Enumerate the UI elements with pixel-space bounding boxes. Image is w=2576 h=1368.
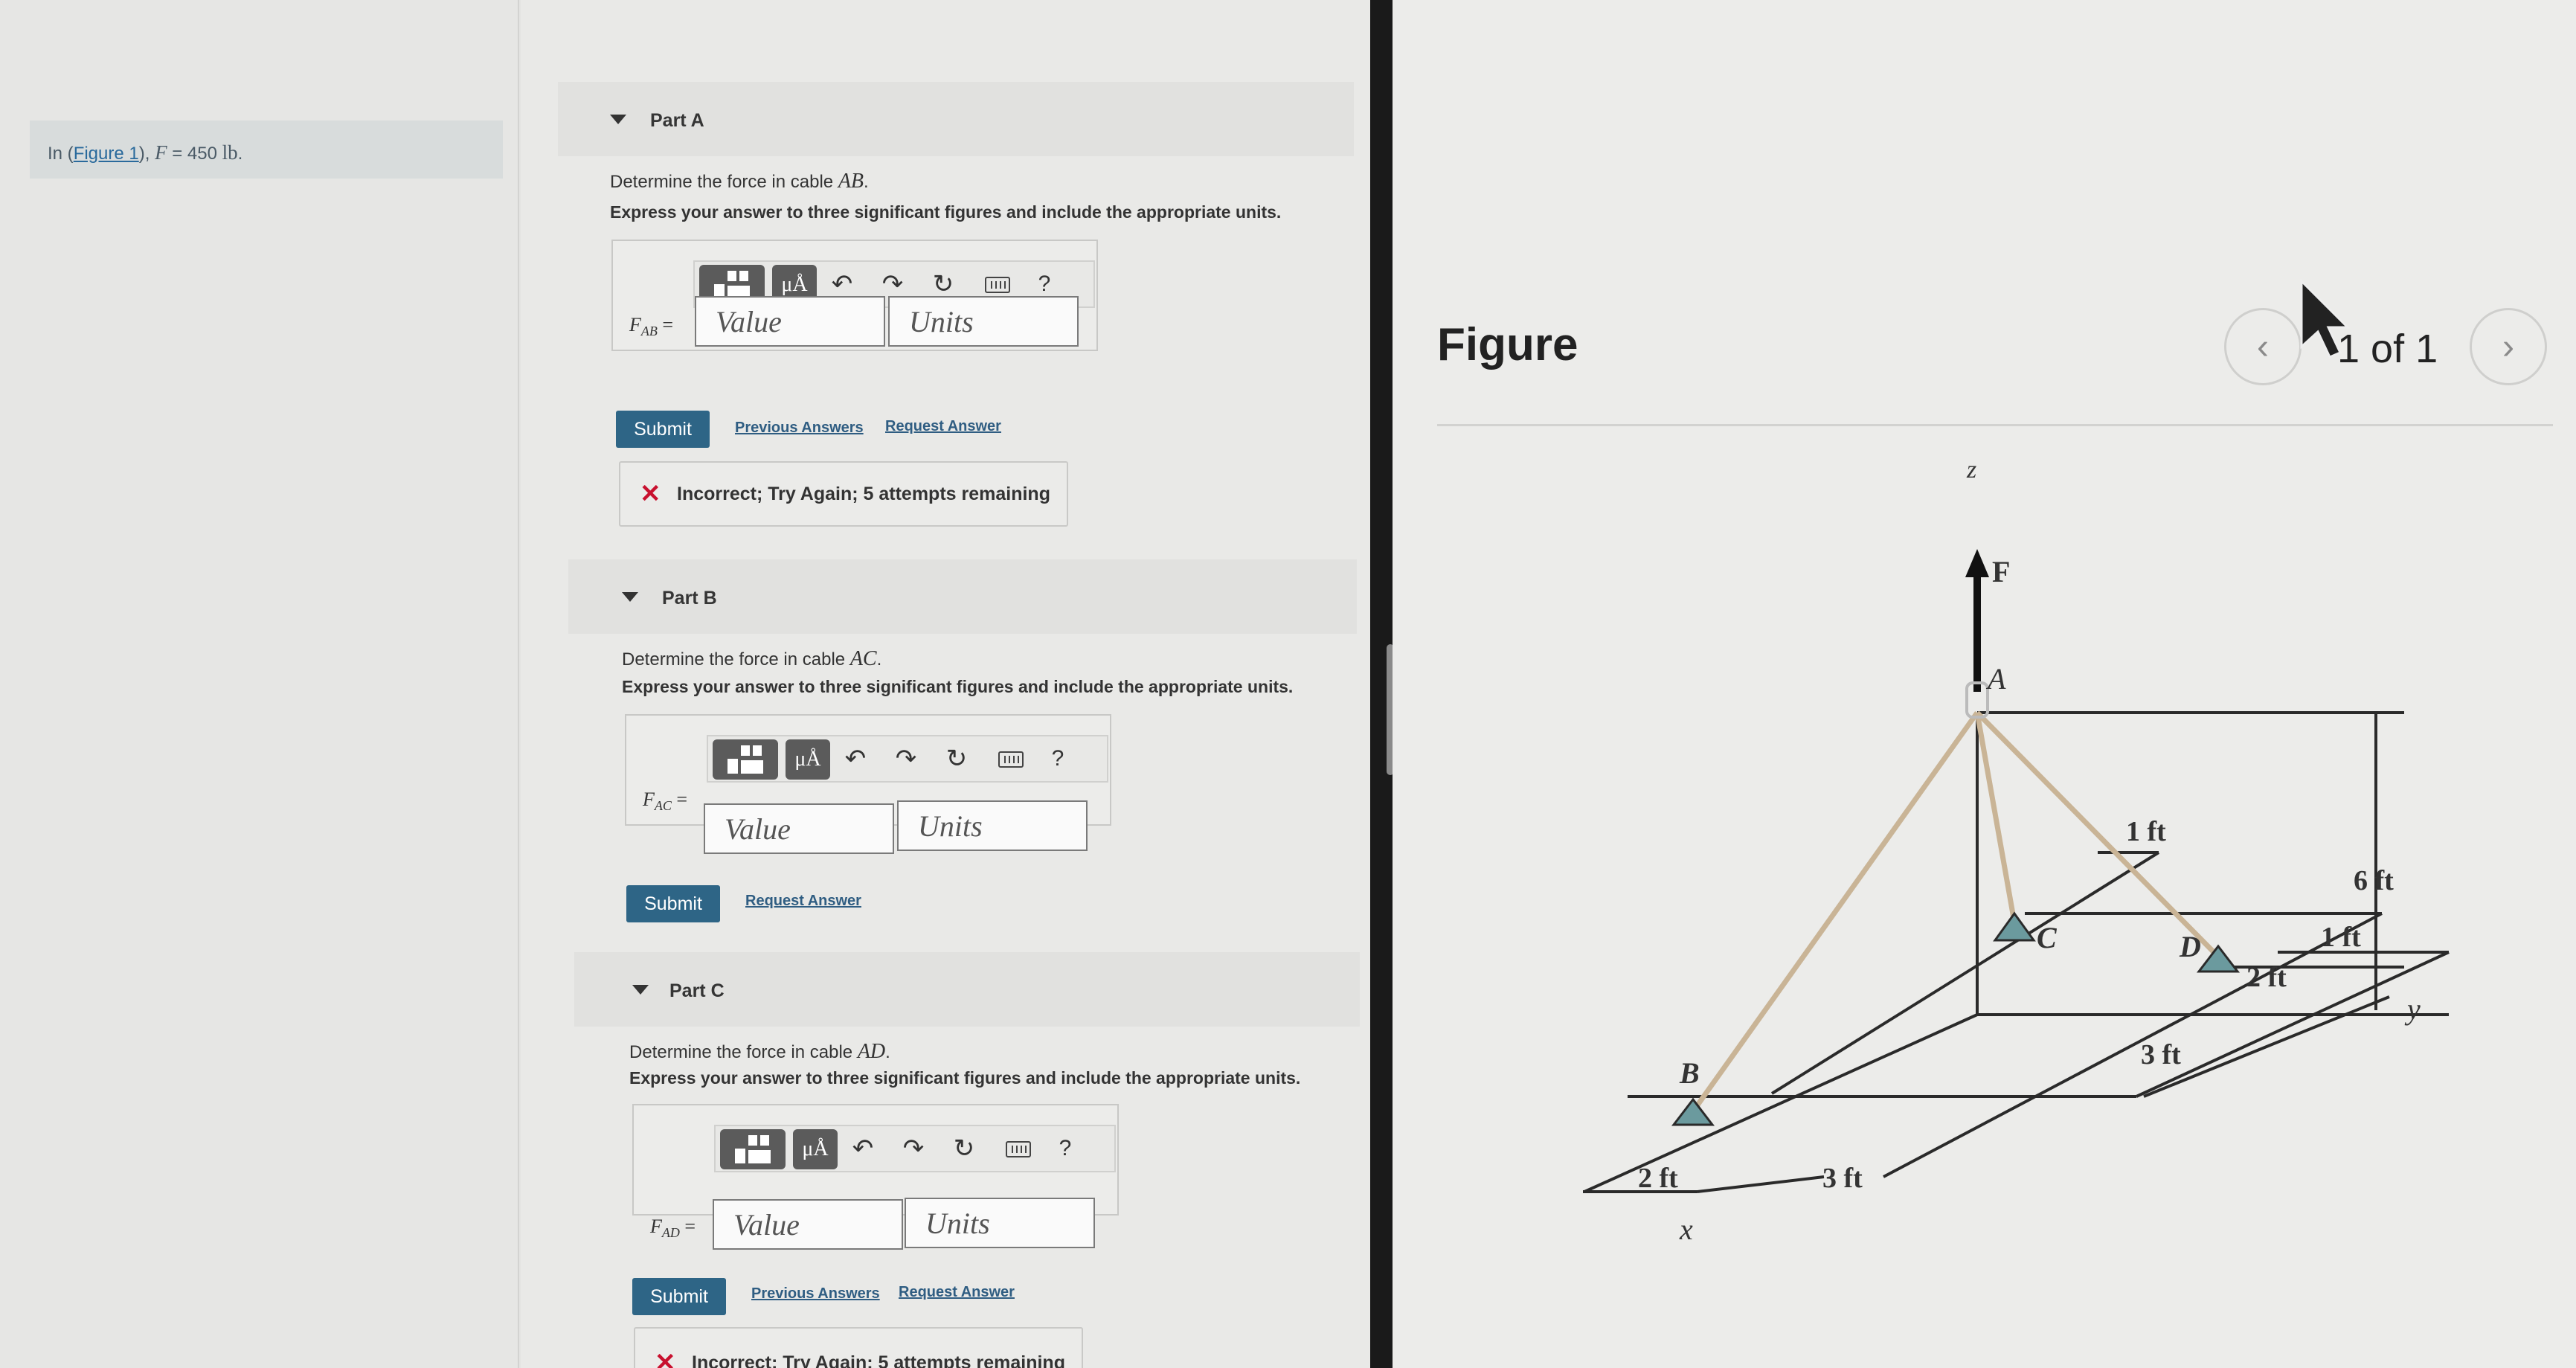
part-c-header[interactable]: Part C: [574, 952, 1360, 1027]
part-a-submit-button[interactable]: Submit: [616, 411, 710, 448]
problem-intro-column: In (Figure 1), F = 450 lb.: [0, 0, 519, 1368]
redo-icon[interactable]: ↷: [899, 1134, 928, 1163]
label-D: D: [2179, 930, 2201, 963]
intro-suffix: ),: [138, 144, 155, 164]
problem-statement: In (Figure 1), F = 450 lb.: [30, 121, 503, 179]
keyboard-icon[interactable]: [998, 751, 1024, 768]
part-c-instruction: Express your answer to three significant…: [629, 1068, 1301, 1088]
dim-1ft-right: 1 ft: [2321, 922, 2361, 953]
undo-icon[interactable]: ↶: [827, 269, 857, 299]
part-c-previous-answers-link[interactable]: Previous Answers: [751, 1285, 880, 1303]
templates-icon[interactable]: [713, 739, 778, 780]
reset-icon[interactable]: ↻: [949, 1134, 979, 1163]
part-c-value-input[interactable]: [713, 1199, 903, 1250]
part-c-title: Part C: [669, 980, 725, 1001]
part-a-units-input[interactable]: [888, 296, 1079, 347]
part-a-var-label: FAB =: [629, 314, 674, 339]
part-c-feedback: ✕ Incorrect; Try Again; 5 attempts remai…: [634, 1327, 1083, 1368]
keyboard-icon[interactable]: [985, 277, 1010, 293]
dim-3ft-bottom: 3 ft: [1822, 1163, 1863, 1194]
label-z: z: [1966, 456, 1976, 484]
part-a-value-input[interactable]: [695, 296, 885, 347]
part-b-instruction: Express your answer to three significant…: [622, 677, 1294, 696]
part-a-previous-answers-link[interactable]: Previous Answers: [735, 420, 864, 437]
collapse-caret-icon[interactable]: [610, 115, 626, 124]
force-value: = 450: [167, 144, 222, 164]
part-a-instruction: Express your answer to three significant…: [610, 202, 1282, 222]
part-b-units-input[interactable]: [897, 800, 1088, 851]
part-a-request-answer-link[interactable]: Request Answer: [885, 418, 1001, 435]
dim-2ft-left: 2 ft: [1638, 1163, 1678, 1194]
math-toolbar: μÅ ↶ ↷ ↻ ?: [714, 1125, 1116, 1172]
collapse-caret-icon[interactable]: [632, 985, 649, 995]
redo-icon[interactable]: ↷: [891, 744, 921, 774]
part-c-submit-button[interactable]: Submit: [632, 1278, 726, 1315]
dim-6ft: 6 ft: [2354, 865, 2394, 896]
keyboard-icon[interactable]: [1006, 1141, 1031, 1157]
part-b-answer-box: μÅ ↶ ↷ ↻ ? FAC =: [625, 714, 1111, 854]
force-unit: lb: [222, 141, 238, 164]
part-b-var-label: FAC =: [643, 789, 688, 814]
dim-2ft-right: 2 ft: [2246, 962, 2287, 993]
redo-icon[interactable]: ↷: [878, 269, 908, 299]
part-c-answer-box: μÅ ↶ ↷ ↻ ? FAD =: [632, 1104, 1119, 1250]
label-F: F: [1992, 555, 2010, 588]
figure-link[interactable]: Figure 1: [74, 144, 139, 164]
part-c-question: Determine the force in cable AD.: [629, 1040, 890, 1063]
reset-icon[interactable]: ↻: [942, 744, 971, 774]
statics-diagram: z F A B C D x y 1 ft 6 ft 1 ft 2 ft 3 ft…: [1583, 456, 2450, 1246]
undo-icon[interactable]: ↶: [848, 1134, 878, 1163]
label-B: B: [1679, 1056, 1700, 1090]
reset-icon[interactable]: ↻: [928, 269, 958, 299]
force-var: F: [155, 141, 167, 164]
templates-icon[interactable]: [720, 1129, 786, 1169]
part-a-answer-box: μÅ ↶ ↷ ↻ ? FAB =: [611, 240, 1098, 351]
help-icon[interactable]: ?: [1050, 1134, 1080, 1163]
part-c-var-label: FAD =: [650, 1216, 696, 1241]
undo-icon[interactable]: ↶: [841, 744, 870, 774]
questions-column: Part A Determine the force in cable AB. …: [521, 0, 1370, 1368]
figure-panel: Figure ‹ 1 of 1 › z F A B C D x y 1 ft 6…: [1393, 0, 2576, 1368]
part-b-request-answer-link[interactable]: Request Answer: [745, 893, 861, 910]
part-a-question: Determine the force in cable AB.: [610, 170, 869, 193]
collapse-caret-icon[interactable]: [622, 592, 638, 602]
part-c-units-input[interactable]: [905, 1198, 1095, 1248]
part-a-feedback: ✕ Incorrect; Try Again; 5 attempts remai…: [619, 461, 1068, 527]
label-y: y: [2404, 992, 2421, 1026]
part-b-question: Determine the force in cable AC.: [622, 647, 882, 670]
part-b-title: Part B: [662, 588, 717, 608]
error-icon: ✕: [640, 480, 661, 508]
intro-prefix: In (: [48, 144, 74, 164]
part-c-request-answer-link[interactable]: Request Answer: [899, 1284, 1015, 1301]
part-c-feedback-text: Incorrect; Try Again; 5 attempts remaini…: [692, 1352, 1065, 1368]
part-b-value-input[interactable]: [704, 803, 894, 854]
label-C: C: [2037, 921, 2058, 954]
part-b-header[interactable]: Part B: [568, 559, 1357, 634]
intro-end: .: [237, 144, 243, 164]
part-a-title: Part A: [650, 110, 704, 131]
help-icon[interactable]: ?: [1043, 744, 1073, 774]
units-icon[interactable]: μÅ: [786, 739, 830, 780]
part-b-submit-button[interactable]: Submit: [626, 885, 720, 922]
units-icon[interactable]: μÅ: [793, 1129, 838, 1169]
dim-1ft-top: 1 ft: [2126, 816, 2166, 847]
error-icon: ✕: [655, 1349, 676, 1368]
help-icon[interactable]: ?: [1030, 269, 1059, 299]
math-toolbar: μÅ ↶ ↷ ↻ ?: [707, 735, 1108, 783]
part-a-feedback-text: Incorrect; Try Again; 5 attempts remaini…: [677, 484, 1050, 504]
part-a-header[interactable]: Part A: [558, 82, 1354, 156]
label-A: A: [1985, 662, 2006, 696]
dim-3ft-right: 3 ft: [2141, 1039, 2181, 1070]
label-x: x: [1679, 1213, 1693, 1246]
